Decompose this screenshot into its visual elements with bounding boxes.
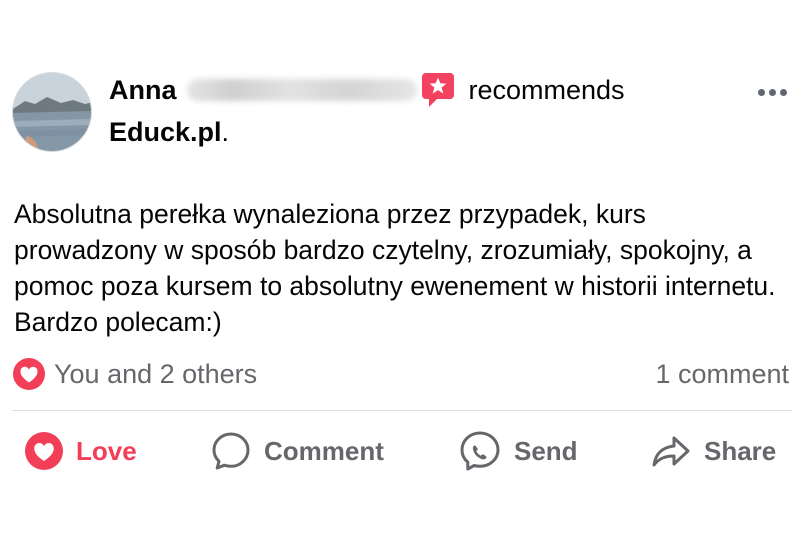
page-name-suffix: . [221,116,230,147]
comments-count-link[interactable]: 1 comment [655,356,789,392]
author-avatar[interactable] [12,72,92,152]
author-name[interactable]: Anna [109,75,177,106]
more-options-icon[interactable] [752,80,792,104]
share-button[interactable]: Share [650,428,776,474]
comment-button[interactable]: Comment [210,428,384,474]
love-reaction-icon [12,357,46,391]
love-button-label: Love [76,435,137,466]
reactions-count-text: You and 2 others [54,358,258,389]
page-name-link[interactable]: Educk.pl [109,117,222,148]
messenger-icon [458,429,502,473]
post-body-text: Absolutna perełka wynaleziona przez przy… [14,199,776,337]
recommended-page: Educk.pl . [109,114,229,150]
recommendation-post: Anna recommends Educk.pl . Absolutna per… [0,0,800,540]
reactions-summary[interactable]: You and 2 others [12,356,257,392]
avatar-photo [13,73,91,151]
share-arrow-icon [650,430,692,472]
love-button[interactable]: Love [24,428,137,474]
love-icon [24,431,64,471]
author-last-name-redacted [186,79,417,101]
comment-button-label: Comment [264,435,384,466]
action-bar-divider [12,410,792,411]
send-button-label: Send [514,435,578,466]
recommends-label: recommends [468,74,625,105]
send-button[interactable]: Send [458,428,578,474]
recommend-star-icon [421,72,455,108]
post-header: Anna recommends [109,72,625,108]
comment-bubble-icon [210,430,252,472]
share-button-label: Share [704,435,777,466]
